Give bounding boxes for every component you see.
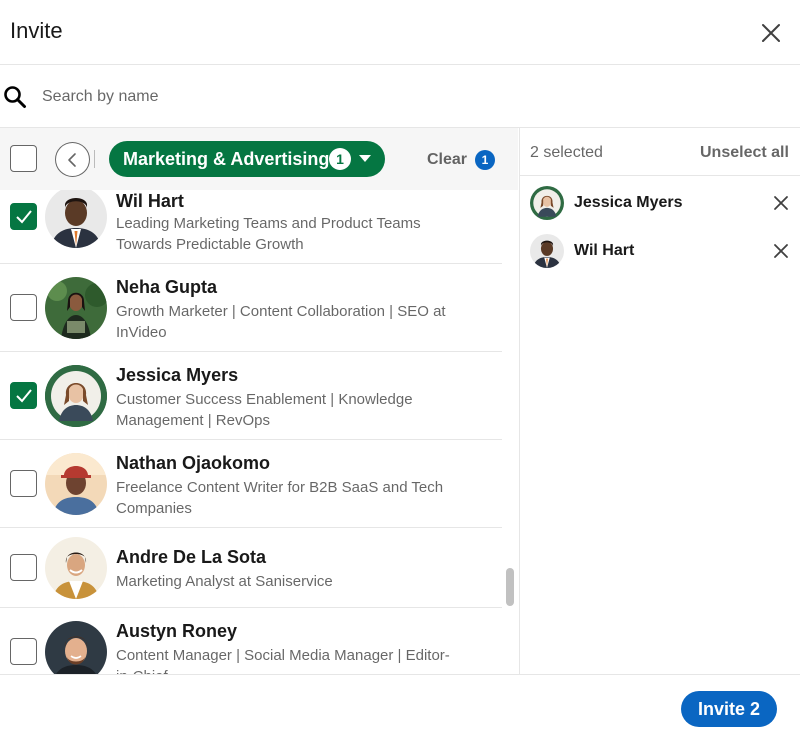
dialog-header: Invite (0, 0, 800, 65)
select-all-checkbox[interactable] (10, 145, 37, 172)
selected-pane: 2 selected Unselect all Jessica Myers Wi… (519, 128, 800, 674)
person-headline: Customer Success Enablement | Knowledge … (116, 391, 413, 429)
invite-button[interactable]: Invite 2 (681, 691, 777, 727)
caret-down-icon (359, 155, 371, 162)
person-name: Wil Hart (116, 191, 184, 211)
industry-filter-pill[interactable]: Marketing & Advertising 1 (109, 141, 385, 177)
selected-item: Jessica Myers (520, 179, 800, 227)
person-checkbox[interactable] (10, 203, 37, 230)
search-icon (4, 86, 26, 108)
list-scrollbar[interactable] (506, 568, 514, 606)
avatar (45, 365, 107, 427)
person-name: Nathan Ojaokomo (116, 453, 271, 473)
person-name: Andre De La Sota (116, 547, 267, 567)
person-headline: Freelance Content Writer for B2B SaaS an… (116, 479, 444, 517)
list-item[interactable]: Neha Gupta Growth Marketer | Content Col… (0, 264, 502, 352)
clear-count-badge: 1 (475, 150, 495, 170)
person-checkbox[interactable] (10, 554, 37, 581)
filter-toolbar: Marketing & Advertising 1 Clear 1 (0, 128, 518, 190)
connections-list: Wil Hart Leading Marketing Teams and Pro… (0, 190, 502, 674)
toolbar-divider (94, 150, 95, 168)
checkmark-icon (16, 210, 32, 224)
unselect-all-button[interactable]: Unselect all (700, 144, 789, 162)
person-name: Jessica Myers (116, 365, 239, 385)
selected-count: 2 selected (530, 144, 603, 161)
filter-label: Marketing & Advertising (123, 149, 330, 169)
avatar (45, 453, 107, 515)
avatar (45, 621, 107, 674)
chevron-left-icon (68, 153, 76, 167)
close-button[interactable] (756, 18, 786, 48)
dialog-footer: Invite 2 (0, 674, 800, 737)
avatar (45, 190, 107, 248)
person-headline: Marketing Analyst at Saniservice (116, 573, 333, 590)
remove-selected-button[interactable] (771, 193, 791, 213)
filter-count-badge: 1 (329, 148, 351, 170)
remove-selected-button[interactable] (771, 241, 791, 261)
search-bar (0, 65, 800, 128)
checkmark-icon (16, 389, 32, 403)
selected-name: Wil Hart (574, 242, 635, 259)
person-headline: Content Manager | Social Media Manager |… (116, 647, 450, 674)
person-checkbox[interactable] (10, 382, 37, 409)
dialog-title: Invite (10, 18, 63, 43)
person-checkbox[interactable] (10, 470, 37, 497)
list-item[interactable]: Jessica Myers Customer Success Enablemen… (0, 352, 502, 440)
avatar (530, 234, 564, 268)
list-item[interactable]: Wil Hart Leading Marketing Teams and Pro… (0, 190, 502, 264)
avatar (45, 537, 107, 599)
person-name: Neha Gupta (116, 277, 218, 297)
connections-pane: Marketing & Advertising 1 Clear 1 Wil Ha… (0, 128, 518, 674)
back-button[interactable] (55, 142, 90, 177)
close-icon (762, 24, 780, 42)
selected-item: Wil Hart (520, 227, 800, 275)
person-name: Austyn Roney (116, 621, 238, 641)
close-icon (774, 244, 788, 258)
person-checkbox[interactable] (10, 638, 37, 665)
selected-name: Jessica Myers (574, 194, 683, 211)
list-item[interactable]: Nathan Ojaokomo Freelance Content Writer… (0, 440, 502, 528)
search-input[interactable] (42, 81, 742, 113)
close-icon (774, 196, 788, 210)
person-checkbox[interactable] (10, 294, 37, 321)
list-item[interactable]: Andre De La Sota Marketing Analyst at Sa… (0, 528, 502, 608)
avatar (530, 186, 564, 220)
list-item[interactable]: Austyn Roney Content Manager | Social Me… (0, 608, 502, 674)
person-headline: Leading Marketing Teams and Product Team… (116, 215, 421, 253)
clear-filters-button[interactable]: Clear (427, 151, 467, 169)
person-headline: Growth Marketer | Content Collaboration … (116, 303, 446, 341)
avatar (45, 277, 107, 339)
selected-header: 2 selected Unselect all (520, 128, 800, 176)
